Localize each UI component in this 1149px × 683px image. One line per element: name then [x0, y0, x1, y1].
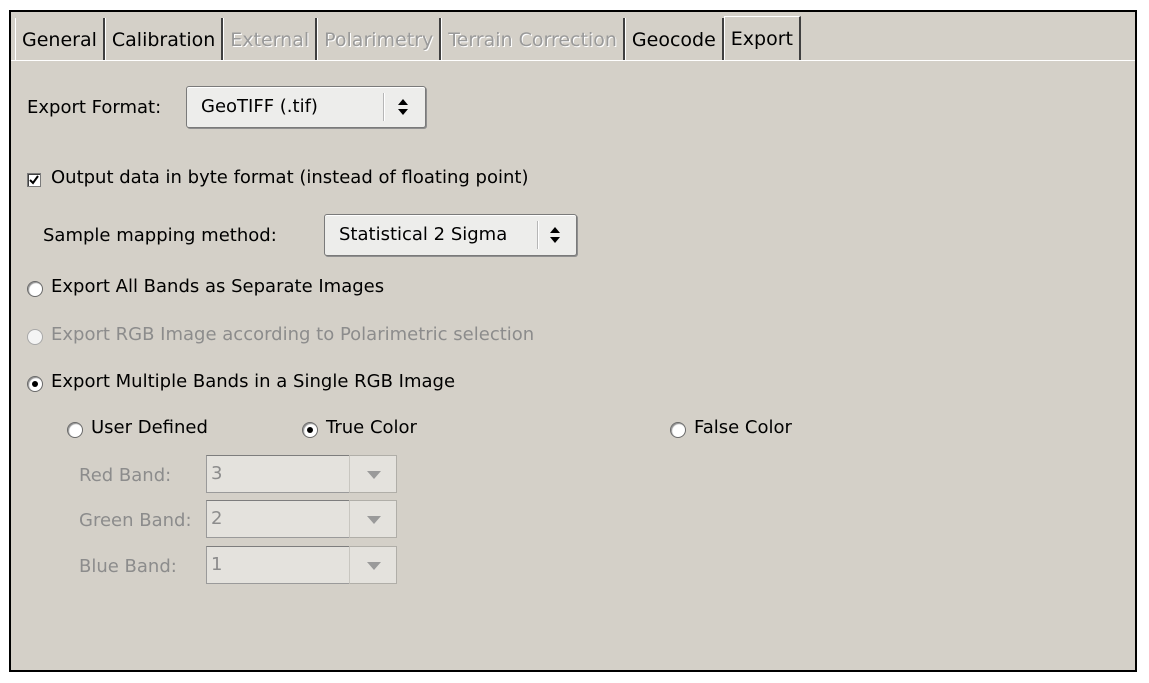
sample-mapping-value: Statistical 2 Sigma [339, 224, 508, 245]
tab-general[interactable]: General [15, 18, 105, 60]
tab-geocode[interactable]: Geocode [624, 18, 724, 60]
sample-mapping-label: Sample mapping method: [43, 225, 277, 246]
chevron-down-icon [367, 516, 381, 524]
blue-band-field: 1 [206, 546, 350, 584]
combo-separator [537, 221, 539, 249]
up-down-arrows-icon [547, 223, 563, 247]
byte-format-label[interactable]: Output data in byte format (instead of f… [51, 167, 528, 188]
export-format-label: Export Format: [27, 97, 162, 118]
blue-band-label: Blue Band: [79, 556, 177, 577]
tab-divider [11, 60, 1135, 61]
export-separate-images-label[interactable]: Export All Bands as Separate Images [51, 276, 384, 297]
export-settings-window: General Calibration External Polarimetry… [9, 10, 1137, 672]
blue-band-value: 1 [211, 554, 223, 575]
export-single-rgb-label[interactable]: Export Multiple Bands in a Single RGB Im… [51, 371, 455, 392]
red-band-field: 3 [206, 455, 350, 493]
up-down-arrows-icon [395, 95, 411, 119]
tab-export[interactable]: Export [723, 16, 801, 60]
export-polarimetric-rgb-label: Export RGB Image according to Polarimetr… [51, 324, 535, 345]
green-band-dropdown-button [349, 500, 397, 538]
tab-bar: General Calibration External Polarimetry… [11, 12, 1135, 62]
green-band-label: Green Band: [79, 510, 192, 531]
tabs: General Calibration External Polarimetry… [15, 16, 801, 60]
tab-terrain-correction: Terrain Correction [441, 18, 625, 60]
export-format-value: GeoTIFF (.tif) [201, 96, 318, 117]
red-band-label: Red Band: [79, 465, 172, 486]
blue-band-dropdown-button [349, 546, 397, 584]
export-separate-images-radio[interactable] [27, 281, 43, 297]
sample-mapping-select[interactable]: Statistical 2 Sigma [324, 214, 577, 256]
export-panel: Export Format: GeoTIFF (.tif) Output dat… [11, 62, 1135, 670]
tab-polarimetry: Polarimetry [317, 18, 442, 60]
export-polarimetric-rgb-radio [27, 329, 43, 345]
export-single-rgb-radio[interactable] [27, 376, 43, 392]
combo-separator [383, 93, 385, 121]
user-defined-radio[interactable] [67, 422, 83, 438]
green-band-field: 2 [206, 500, 350, 538]
export-format-select[interactable]: GeoTIFF (.tif) [186, 86, 426, 128]
radio-selected-dot [32, 381, 38, 387]
false-color-radio[interactable] [670, 422, 686, 438]
red-band-dropdown-button [349, 455, 397, 493]
byte-format-checkbox[interactable] [27, 173, 41, 187]
user-defined-label[interactable]: User Defined [91, 417, 208, 438]
checkmark-icon [29, 175, 39, 185]
false-color-label[interactable]: False Color [694, 417, 792, 438]
radio-selected-dot [307, 427, 313, 433]
true-color-label[interactable]: True Color [326, 417, 417, 438]
true-color-radio[interactable] [302, 422, 318, 438]
green-band-value: 2 [211, 508, 223, 529]
red-band-value: 3 [211, 463, 223, 484]
chevron-down-icon [367, 562, 381, 570]
tab-calibration[interactable]: Calibration [104, 18, 224, 60]
tab-external: External [223, 18, 318, 60]
chevron-down-icon [367, 471, 381, 479]
